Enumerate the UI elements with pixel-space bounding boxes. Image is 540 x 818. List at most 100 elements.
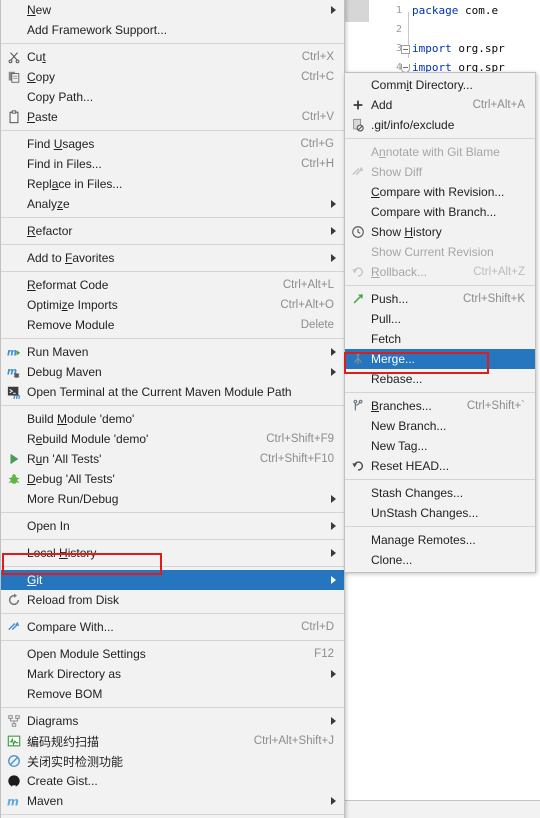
menu-separator: [1, 130, 344, 131]
menu-separator: [345, 392, 535, 393]
git-submenu[interactable]: Commit Directory... Add Ctrl+Alt+A .git/inf…: [344, 72, 536, 573]
menu-item-find-usages[interactable]: Find Usages Ctrl+G: [1, 134, 344, 154]
menu-item-pull[interactable]: Pull...: [345, 309, 535, 329]
menu-item-label: UnStash Changes...: [371, 506, 479, 520]
menu-item-analyze[interactable]: Analyze: [1, 194, 344, 214]
submenu-arrow-icon: [331, 522, 340, 530]
menu-item-label: Build Module 'demo': [27, 412, 135, 426]
menu-item-run-all-tests[interactable]: Run 'All Tests' Ctrl+Shift+F10: [1, 449, 344, 469]
menu-item-stash-changes[interactable]: Stash Changes...: [345, 483, 535, 503]
menu-item-refactor[interactable]: Refactor: [1, 221, 344, 241]
menu-item-clone[interactable]: Clone...: [345, 550, 535, 570]
copy-icon: [3, 69, 25, 85]
menu-item-debug-maven[interactable]: m Debug Maven: [1, 362, 344, 382]
menu-item-optimize-imports[interactable]: Optimize Imports Ctrl+Alt+O: [1, 295, 344, 315]
menu-item-reload-from-disk[interactable]: Reload from Disk: [1, 590, 344, 610]
menu-separator: [1, 512, 344, 513]
menu-item-编码规约扫描[interactable]: 编码规约扫描 Ctrl+Alt+Shift+J: [1, 731, 344, 751]
menu-item-label: Git: [27, 573, 43, 587]
menu-item-push[interactable]: Push... Ctrl+Shift+K: [345, 289, 535, 309]
menu-item-shortcut: Ctrl+C: [301, 71, 334, 83]
menu-item-create-gist[interactable]: Create Gist...: [1, 771, 344, 791]
menu-icon-placeholder: [347, 184, 369, 200]
menu-item-maven[interactable]: m Maven: [1, 791, 344, 811]
line-number: 2: [395, 24, 402, 35]
menu-item-label: Show Current Revision: [371, 245, 494, 259]
menu-item-build-module-demo[interactable]: Build Module 'demo': [1, 409, 344, 429]
menu-item-local-history[interactable]: Local History: [1, 543, 344, 563]
menu-item-rebuild-module-demo[interactable]: Rebuild Module 'demo' Ctrl+Shift+F9: [1, 429, 344, 449]
menu-item-git[interactable]: Git: [1, 570, 344, 590]
menu-item-commit-directory[interactable]: Commit Directory...: [345, 75, 535, 95]
rollback-icon: [347, 264, 369, 280]
menu-item-debug-all-tests[interactable]: Debug 'All Tests': [1, 469, 344, 489]
code-fold-toggle-icon[interactable]: [401, 45, 410, 54]
menu-item-find-in-files[interactable]: Find in Files... Ctrl+H: [1, 154, 344, 174]
menu-item-remove-bom[interactable]: Remove BOM: [1, 684, 344, 704]
menu-item-new[interactable]: New: [1, 0, 344, 20]
menu-item-replace-in-files[interactable]: Replace in Files...: [1, 174, 344, 194]
menu-item-cut[interactable]: Cut Ctrl+X: [1, 47, 344, 67]
menu-icon-placeholder: [347, 418, 369, 434]
history-icon: [347, 224, 369, 240]
menu-icon-placeholder: [3, 518, 25, 534]
menu-item-shortcut: Ctrl+Alt+O: [280, 299, 334, 311]
menu-item-关闭实时检测功能[interactable]: 关闭实时检测功能: [1, 751, 344, 771]
menu-item-label: Compare with Branch...: [371, 205, 497, 219]
maven-debug-icon: m: [3, 364, 25, 380]
menu-item-open-terminal-at-the-current-maven-module-path[interactable]: m Open Terminal at the Current Maven Modu…: [1, 382, 344, 402]
menu-item-open-in[interactable]: Open In: [1, 516, 344, 536]
menu-item-label: New Branch...: [371, 419, 447, 433]
menu-item-unstash-changes[interactable]: UnStash Changes...: [345, 503, 535, 523]
menu-item-label: Open Terminal at the Current Maven Modul…: [27, 385, 292, 399]
menu-item-open-module-settings[interactable]: Open Module Settings F12: [1, 644, 344, 664]
menu-item-show-history[interactable]: Show History: [345, 222, 535, 242]
menu-item-copy[interactable]: Copy Ctrl+C: [1, 67, 344, 87]
scan-icon: [3, 733, 25, 749]
menu-item-more-run-debug[interactable]: More Run/Debug: [1, 489, 344, 509]
merge-icon: [347, 351, 369, 367]
menu-item-branches[interactable]: Branches... Ctrl+Shift+`: [345, 396, 535, 416]
menu-item-compare-with-branch[interactable]: Compare with Branch...: [345, 202, 535, 222]
menu-item-label: Open In: [27, 519, 70, 533]
menu-item-rebase[interactable]: Rebase...: [345, 369, 535, 389]
menu-item-diagrams[interactable]: Diagrams: [1, 711, 344, 731]
menu-icon-placeholder: [3, 646, 25, 662]
menu-item-label: Rebase...: [371, 372, 423, 386]
menu-item-add-framework-support[interactable]: Add Framework Support...: [1, 20, 344, 40]
menu-item-label: Pull...: [371, 312, 402, 326]
menu-item-label: Diagrams: [27, 714, 79, 728]
menu-item-manage-remotes[interactable]: Manage Remotes...: [345, 530, 535, 550]
menu-item-compare-with-revision[interactable]: Compare with Revision...: [345, 182, 535, 202]
menu-item-fetch[interactable]: Fetch: [345, 329, 535, 349]
project-context-menu[interactable]: New Add Framework Support... Cut Ctrl+X Copy…: [0, 0, 345, 818]
menu-item-shortcut: Ctrl+Shift+`: [466, 400, 525, 412]
menu-item-reformat-code[interactable]: Reformat Code Ctrl+Alt+L: [1, 275, 344, 295]
menu-item-copy-path[interactable]: Copy Path...: [1, 87, 344, 107]
menu-icon-placeholder: [3, 431, 25, 447]
menu-item-label: Reset HEAD...: [371, 459, 450, 473]
menu-item-shortcut: Ctrl+V: [301, 111, 334, 123]
menu-item-new-branch[interactable]: New Branch...: [345, 416, 535, 436]
menu-item-reset-head[interactable]: Reset HEAD...: [345, 456, 535, 476]
menu-item-add[interactable]: Add Ctrl+Alt+A: [345, 95, 535, 115]
menu-icon-placeholder: [3, 2, 25, 18]
menu-item-git-info-exclude[interactable]: .git/info/exclude: [345, 115, 535, 135]
menu-item-rollback: Rollback... Ctrl+Alt+Z: [345, 262, 535, 282]
menu-item-annotate-with-git-blame: Annotate with Git Blame: [345, 142, 535, 162]
menu-item-run-maven[interactable]: m Run Maven: [1, 342, 344, 362]
submenu-arrow-icon: [331, 368, 340, 376]
clipboard-icon: [3, 109, 25, 125]
menu-item-remove-module[interactable]: Remove Module Delete: [1, 315, 344, 335]
menu-item-new-tag[interactable]: New Tag...: [345, 436, 535, 456]
menu-item-merge[interactable]: Merge...: [345, 349, 535, 369]
menu-item-shortcut: Ctrl+Shift+K: [463, 293, 525, 305]
menu-item-add-to-favorites[interactable]: Add to Favorites: [1, 248, 344, 268]
menu-item-compare-with[interactable]: Compare With... Ctrl+D: [1, 617, 344, 637]
menu-item-shortcut: Ctrl+D: [301, 621, 334, 633]
menu-separator: [1, 640, 344, 641]
package-name: com.e: [458, 4, 499, 17]
menu-item-paste[interactable]: Paste Ctrl+V: [1, 107, 344, 127]
menu-icon-placeholder: [3, 223, 25, 239]
menu-item-mark-directory-as[interactable]: Mark Directory as: [1, 664, 344, 684]
